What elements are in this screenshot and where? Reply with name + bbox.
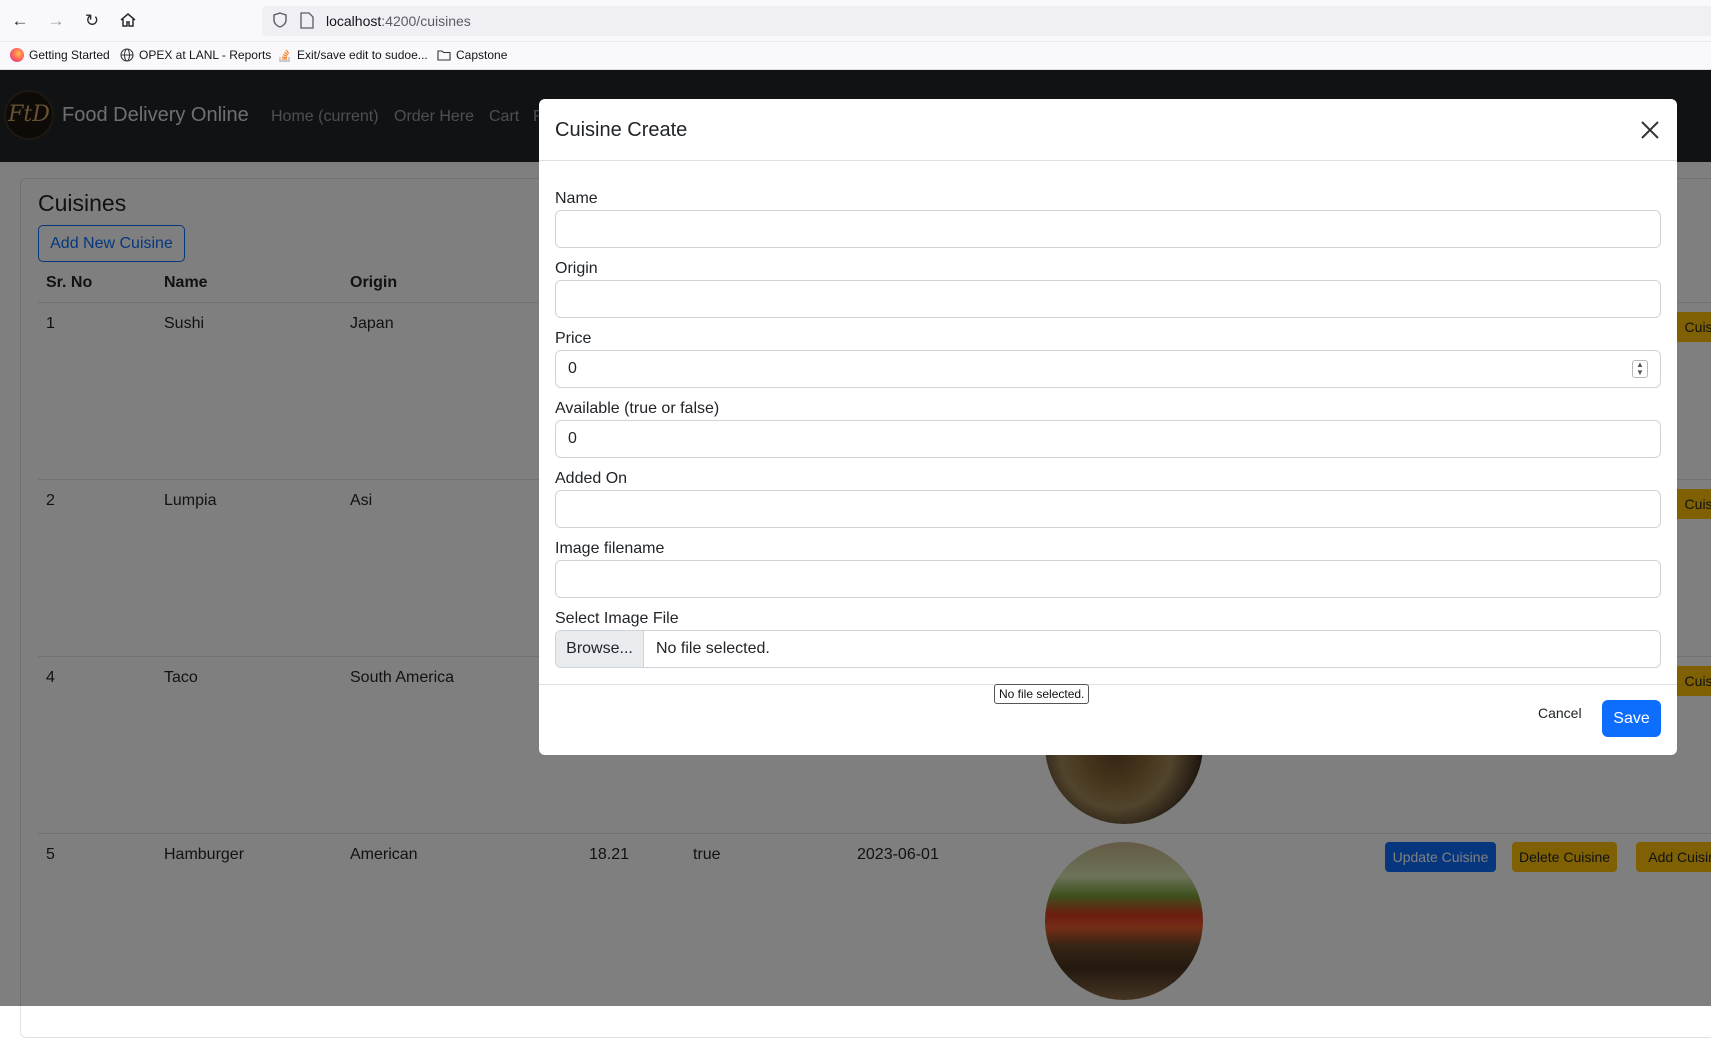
globe-icon [120, 48, 134, 62]
bookmark-capstone[interactable]: Capstone [437, 48, 507, 62]
available-input[interactable]: 0 [555, 420, 1661, 458]
price-input[interactable]: 0 ▲ ▼ [555, 350, 1661, 388]
modal-header: Cuisine Create [539, 99, 1677, 161]
bookmark-label: Capstone [456, 48, 508, 62]
modal-title: Cuisine Create [555, 119, 688, 141]
origin-input[interactable] [555, 280, 1661, 318]
file-status-text: No file selected. [656, 640, 770, 657]
name-input[interactable] [555, 210, 1661, 248]
image-file-input[interactable]: Browse... No file selected. [555, 630, 1661, 668]
image-filename-input[interactable] [555, 560, 1661, 598]
bookmark-label: Exit/save edit to sudoe... [297, 48, 428, 62]
stack-overflow-icon [279, 49, 290, 62]
home-icon[interactable] [118, 11, 138, 31]
added-on-input[interactable] [555, 490, 1661, 528]
select-image-label: Select Image File [555, 610, 679, 627]
browser-toolbar: ← → ↻ localhost:4200/cuisines [0, 0, 1711, 42]
bookmark-opex[interactable]: OPEX at LANL - Reports [120, 48, 271, 62]
url-path: :4200/cuisines [381, 13, 471, 29]
cuisine-create-modal: Cuisine Create Name Origin Price 0 ▲ ▼ Av… [539, 99, 1677, 755]
bookmark-exit-save[interactable]: Exit/save edit to sudoe... [278, 48, 428, 62]
name-label: Name [555, 190, 598, 207]
bookmarks-bar: Getting Started OPEX at LANL - Reports E… [0, 42, 1711, 70]
save-button[interactable]: Save [1602, 700, 1661, 737]
origin-label: Origin [555, 260, 598, 277]
url-text[interactable]: localhost:4200/cuisines [326, 13, 471, 29]
shield-icon[interactable] [272, 12, 288, 28]
browse-button[interactable]: Browse... [556, 631, 644, 667]
added-on-label: Added On [555, 470, 628, 487]
firefox-icon [10, 48, 24, 62]
address-bar[interactable]: localhost:4200/cuisines [262, 6, 1711, 36]
folder-icon [437, 50, 451, 61]
close-icon[interactable] [1637, 117, 1663, 143]
cancel-button[interactable]: Cancel [1538, 705, 1582, 721]
page-icon [300, 12, 314, 29]
bookmark-label: OPEX at LANL - Reports [139, 48, 272, 62]
bookmark-label: Getting Started [29, 48, 110, 62]
forward-icon[interactable]: → [46, 11, 66, 31]
price-label: Price [555, 330, 592, 347]
image-filename-label: Image filename [555, 540, 665, 557]
bookmark-getting-started[interactable]: Getting Started [10, 48, 110, 62]
price-value: 0 [568, 360, 577, 377]
reload-icon[interactable]: ↻ [82, 11, 102, 31]
modal-footer-divider [539, 684, 1677, 685]
number-spinner-icon[interactable]: ▲ ▼ [1632, 360, 1648, 378]
available-label: Available (true or false) [555, 400, 720, 417]
back-icon[interactable]: ← [10, 11, 30, 31]
url-host: localhost [326, 13, 382, 29]
file-tooltip: No file selected. [994, 684, 1090, 704]
